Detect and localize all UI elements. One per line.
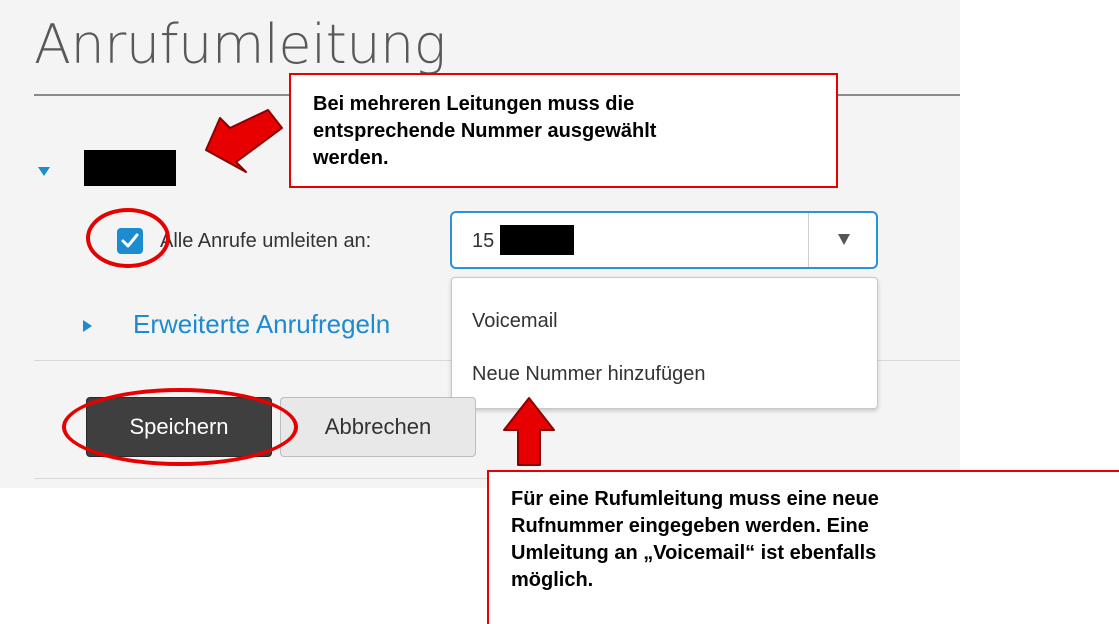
arrow-to-line-icon [205,109,283,173]
annotation-arrows [205,109,555,466]
arrow-up-to-dropdown-icon [503,397,555,466]
